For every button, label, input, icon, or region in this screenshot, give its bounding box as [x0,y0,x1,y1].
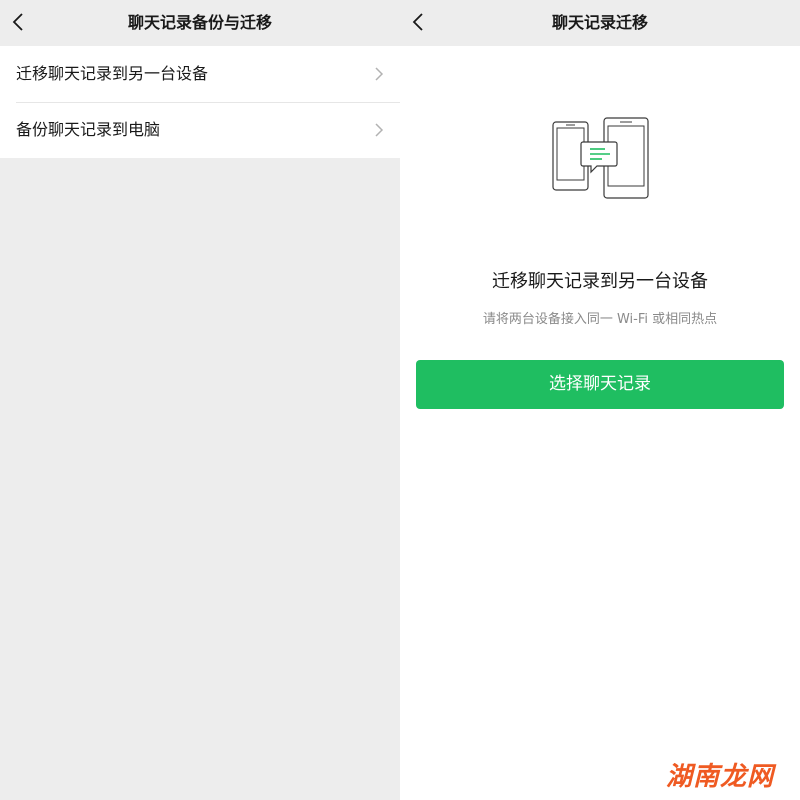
watermark-logo: 湖南龙网 [666,762,775,792]
chevron-right-icon [375,123,384,137]
menu-item-migrate-to-device[interactable]: 迁移聊天记录到另一台设备 [0,46,400,102]
nav-bar: 聊天记录备份与迁移 [0,0,400,46]
two-phones-transfer-icon [552,117,649,199]
chevron-left-icon [412,13,423,31]
migration-headline: 迁移聊天记录到另一台设备 [492,271,708,292]
menu-item-backup-to-pc[interactable]: 备份聊天记录到电脑 [0,102,400,158]
menu-item-label: 迁移聊天记录到另一台设备 [16,64,209,83]
nav-bar: 聊天记录迁移 [400,0,800,46]
back-button[interactable] [8,6,42,40]
backup-migrate-screen: 聊天记录备份与迁移 迁移聊天记录到另一台设备 备份聊天记录到电脑 [0,0,400,800]
select-chat-records-button[interactable]: 选择聊天记录 [416,360,784,409]
menu-list: 迁移聊天记录到另一台设备 备份聊天记录到电脑 [0,46,400,158]
chat-migration-screen: 聊天记录迁移 迁移聊天记录到另一台设备 请将两台设备接入同一 Wi-Fi 或相同… [400,0,800,800]
wifi-hint: 请将两台设备接入同一 Wi-Fi 或相同热点 [482,312,718,327]
menu-item-label: 备份聊天记录到电脑 [16,120,161,139]
page-title: 聊天记录备份与迁移 [127,13,272,32]
chevron-left-icon [12,13,23,31]
chevron-right-icon [375,67,384,81]
page-title: 聊天记录迁移 [551,13,648,32]
back-button[interactable] [408,6,442,40]
